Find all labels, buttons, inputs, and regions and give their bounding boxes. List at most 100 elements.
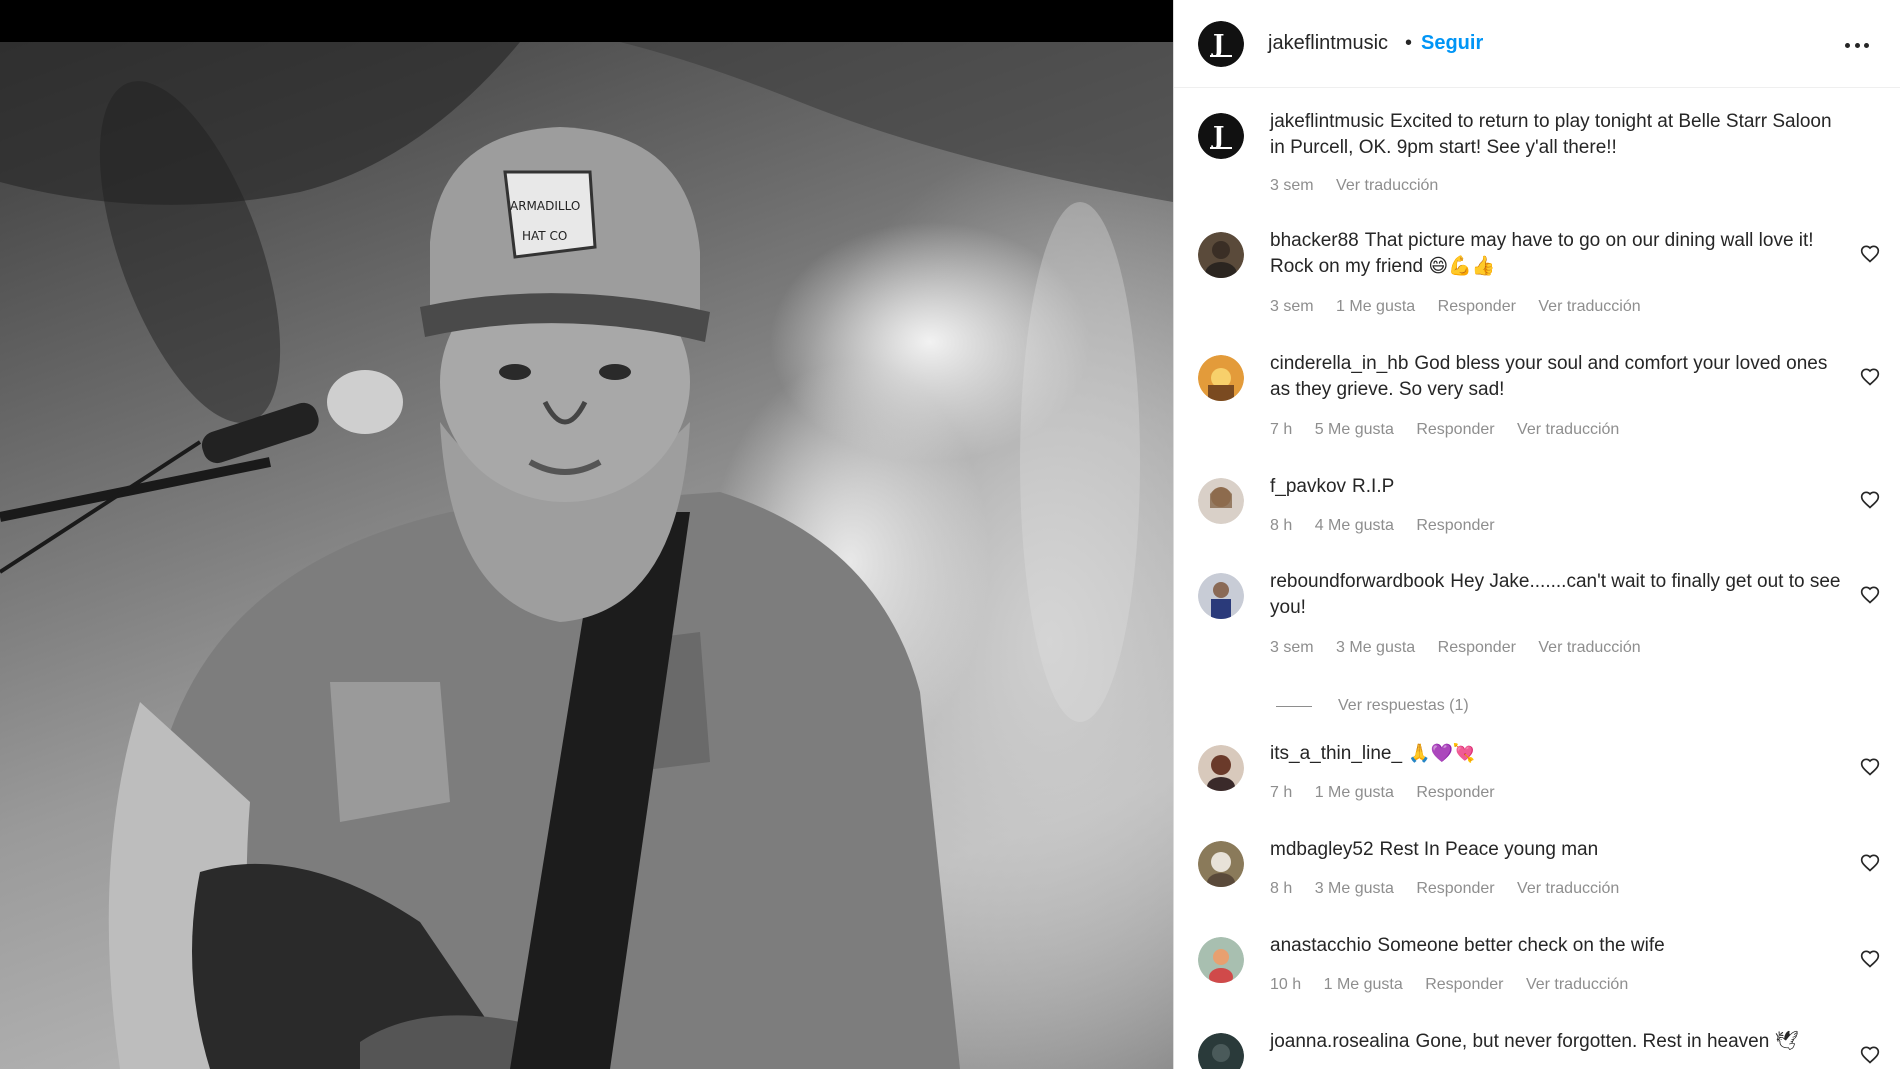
comment-meta: 3 sem 1 Me gusta Responder Ver traducció… [1270,298,1659,316]
comment-likes-link[interactable]: 3 Me gusta [1336,639,1415,656]
follow-button[interactable]: Seguir [1421,32,1483,55]
avatar-photo-icon [1198,841,1244,887]
translate-link[interactable]: Ver traducción [1538,298,1640,315]
svg-text:J: J [1211,121,1224,150]
comment-text: 🙏💜💘 [1408,743,1476,764]
avatar-photo-icon [1198,937,1244,983]
more-dot [1845,42,1850,48]
comment-likes-link[interactable]: 5 Me gusta [1315,421,1394,438]
avatar-photo-icon [1198,745,1244,791]
comment-username[interactable]: joanna.rosealina [1270,1031,1409,1052]
commenter-avatar[interactable] [1198,937,1244,983]
jf-logo-icon: J [1198,113,1244,159]
reply-button[interactable]: Responder [1438,298,1516,315]
comment-text-block: reboundforwardbook Hey Jake.......can't w… [1270,569,1846,621]
commenter-avatar[interactable] [1198,478,1244,524]
caption-meta: 3 sem Ver traducción [1270,177,1456,195]
comment-text-block: f_pavkov R.I.P [1270,474,1846,500]
jf-logo-icon: J [1198,21,1244,67]
comment-text-block: its_a_thin_line_ 🙏💜💘 [1270,741,1846,767]
comment-time[interactable]: 7 h [1270,784,1292,801]
translate-link[interactable]: Ver traducción [1517,880,1619,897]
post-header: J jakeflintmusic • Seguir [1174,0,1900,88]
comment-text-block: anastacchio Someone better check on the w… [1270,933,1846,959]
comment-text-block: joanna.rosealina Gone, but never forgotte… [1270,1029,1846,1055]
commenter-avatar[interactable] [1198,841,1244,887]
more-dot [1854,42,1860,48]
caption-username[interactable]: jakeflintmusic [1270,111,1384,132]
author-avatar[interactable]: J [1198,21,1244,67]
reply-button[interactable]: Responder [1416,880,1494,897]
commenter-avatar[interactable] [1198,745,1244,791]
comment-text-block: bhacker88 That picture may have to go on … [1270,228,1846,280]
comments-panel: J jakeflintmusic • Seguir J jakeflintmus… [1173,0,1900,1069]
reply-button[interactable]: Responder [1416,421,1494,438]
heart-outline-icon[interactable] [1860,490,1880,510]
comment-text: Someone better check on the wife [1377,935,1665,956]
comment-time[interactable]: 3 sem [1270,298,1314,315]
commenter-avatar[interactable] [1198,573,1244,619]
comment-username[interactable]: anastacchio [1270,935,1371,956]
view-replies-label: Ver respuestas (1) [1338,697,1469,714]
heart-outline-icon[interactable] [1860,367,1880,387]
comment-meta: 8 h 4 Me gusta Responder [1270,517,1513,535]
heart-outline-icon[interactable] [1860,853,1880,873]
caption-time[interactable]: 3 sem [1270,177,1314,194]
svg-text:HAT CO: HAT CO [522,229,567,243]
comment-username[interactable]: mdbagley52 [1270,839,1374,860]
comment-time[interactable]: 3 sem [1270,639,1314,656]
comment-meta: 8 h 3 Me gusta Responder Ver traducción [1270,880,1637,898]
post-photo[interactable]: ARMADILLO HAT CO [0,42,1173,1069]
comment-meta: 3 sem 3 Me gusta Responder Ver traducció… [1270,639,1659,657]
reply-button[interactable]: Responder [1416,784,1494,801]
comment-text: Gone, but never forgotten. Rest in heave… [1415,1031,1799,1052]
author-username[interactable]: jakeflintmusic [1268,32,1388,55]
svg-text:J: J [1211,29,1224,58]
comment-likes-link[interactable]: 1 Me gusta [1336,298,1415,315]
translate-link[interactable]: Ver traducción [1517,421,1619,438]
comment-username[interactable]: bhacker88 [1270,230,1359,251]
avatar-photo-icon [1198,1033,1244,1069]
caption-text-block: jakeflintmusic Excited to return to play … [1270,109,1846,161]
comment-username[interactable]: f_pavkov [1270,476,1346,497]
heart-outline-icon[interactable] [1860,244,1880,264]
reply-button[interactable]: Responder [1416,517,1494,534]
more-dot [1864,42,1869,48]
commenter-avatar[interactable] [1198,232,1244,278]
comment-likes-link[interactable]: 1 Me gusta [1324,976,1403,993]
comment-time[interactable]: 8 h [1270,880,1292,897]
more-options-icon[interactable] [1837,30,1877,60]
replies-divider-line [1276,705,1312,707]
comment-likes-link[interactable]: 1 Me gusta [1315,784,1394,801]
comment-likes-link[interactable]: 4 Me gusta [1315,517,1394,534]
caption-translate-link[interactable]: Ver traducción [1336,177,1438,194]
comment-meta: 10 h 1 Me gusta Responder Ver traducción [1270,976,1646,994]
commenter-avatar[interactable] [1198,355,1244,401]
heart-outline-icon[interactable] [1860,1045,1880,1065]
comment-username[interactable]: cinderella_in_hb [1270,353,1408,374]
comment-time[interactable]: 10 h [1270,976,1301,993]
comment-meta: 7 h 5 Me gusta Responder Ver traducción [1270,421,1637,439]
reply-button[interactable]: Responder [1438,639,1516,656]
comment-text: Rest In Peace young man [1379,839,1599,860]
comment-username[interactable]: reboundforwardbook [1270,571,1444,592]
heart-outline-icon[interactable] [1860,757,1880,777]
post-photo-illustration: ARMADILLO HAT CO [0,42,1173,1069]
author-avatar[interactable]: J [1198,113,1244,159]
avatar-photo-icon [1198,232,1244,278]
reply-button[interactable]: Responder [1425,976,1503,993]
translate-link[interactable]: Ver traducción [1526,976,1628,993]
comment-likes-link[interactable]: 3 Me gusta [1315,880,1394,897]
comment-username[interactable]: its_a_thin_line_ [1270,743,1402,764]
comment-text-block: cinderella_in_hb God bless your soul and … [1270,351,1846,403]
view-replies-button[interactable]: Ver respuestas (1) [1276,697,1469,715]
post-media[interactable]: ARMADILLO HAT CO [0,0,1173,1069]
heart-outline-icon[interactable] [1860,585,1880,605]
commenter-avatar[interactable] [1198,1033,1244,1069]
avatar-photo-icon [1198,355,1244,401]
comment-time[interactable]: 7 h [1270,421,1292,438]
comment-time[interactable]: 8 h [1270,517,1292,534]
header-separator: • [1405,32,1413,54]
translate-link[interactable]: Ver traducción [1538,639,1640,656]
heart-outline-icon[interactable] [1860,949,1880,969]
